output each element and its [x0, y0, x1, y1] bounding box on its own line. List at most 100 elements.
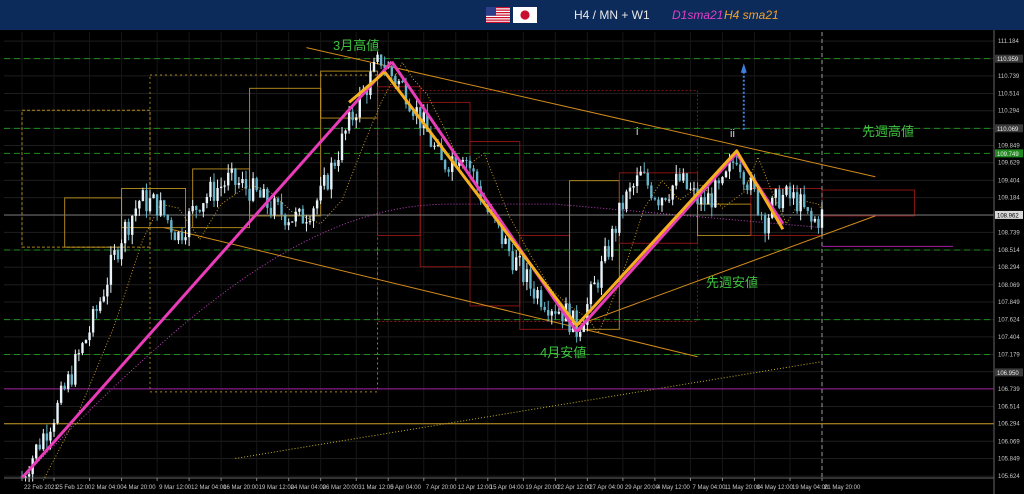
candle-body: [657, 199, 660, 206]
x-tick-label: 19 Apr 20:00: [525, 485, 560, 491]
candle-body: [795, 192, 799, 212]
candle-body: [255, 178, 258, 191]
candle-body: [614, 228, 617, 233]
candle-body: [166, 214, 169, 221]
x-tick-label: 31 Mar 12:00: [358, 485, 394, 491]
candle-body: [799, 194, 802, 212]
candle-body: [102, 296, 105, 302]
candle-body: [223, 185, 226, 187]
x-tick-label: 9 Mar 12:00: [159, 485, 192, 491]
candle-body: [127, 221, 130, 235]
candle-body: [739, 164, 742, 173]
horizontal-levels: [4, 32, 994, 478]
candle-body: [628, 187, 632, 192]
y-tick-label: 110.739: [998, 74, 1020, 80]
candle-body: [237, 183, 241, 185]
annotation-wave-ii: ii: [730, 128, 735, 140]
candle-body: [52, 422, 56, 432]
candle-body: [660, 198, 664, 206]
candle-body: [177, 232, 180, 241]
candle-body: [447, 169, 450, 172]
candle-body: [522, 255, 525, 282]
candle-body: [763, 214, 767, 234]
candle-body: [138, 201, 141, 209]
y-tick-label: 109.629: [998, 161, 1020, 167]
candle-body: [778, 189, 781, 209]
candle-body: [639, 171, 642, 176]
candle-body: [650, 185, 653, 199]
candle-body: [579, 331, 582, 337]
candle-body: [810, 210, 813, 222]
candle-body: [134, 208, 137, 216]
annotation-wave-i: i: [636, 126, 638, 138]
y-tick-label: 108.514: [998, 248, 1020, 254]
y-tick-label: 107.849: [998, 300, 1020, 306]
candle-body: [227, 172, 230, 186]
candle-body: [251, 178, 255, 201]
y-tick-label: 105.849: [998, 457, 1020, 463]
range-box: [21, 109, 151, 248]
candle-body: [109, 254, 113, 285]
candle-body: [735, 162, 738, 165]
candle-body: [141, 190, 145, 202]
candle-body: [191, 206, 194, 212]
candle-body: [340, 133, 344, 161]
candle-body: [714, 180, 717, 208]
candle-body: [337, 160, 340, 166]
candle-body: [525, 269, 529, 282]
candle-body: [163, 200, 166, 215]
candle-body: [593, 282, 596, 285]
candle-body: [731, 161, 735, 163]
candle-body: [379, 54, 383, 66]
candle-body: [287, 222, 290, 226]
candle-body: [347, 111, 351, 131]
candle-body: [67, 374, 70, 390]
candle-body: [323, 174, 326, 186]
candle-body: [504, 238, 507, 244]
candle-body: [397, 80, 401, 85]
candle-body: [547, 310, 550, 316]
candle-body: [91, 309, 95, 333]
candle-body: [148, 198, 152, 212]
x-tick-label: 7 Apr 20:00: [426, 485, 457, 491]
candle-body: [817, 218, 820, 228]
x-tick-label: 7 May 04:00: [692, 485, 726, 491]
candle-body: [621, 202, 625, 210]
price-tag-label: 110.069: [997, 127, 1019, 133]
x-tick-label: 4 Mar 20:00: [124, 485, 157, 491]
candle-body: [635, 175, 639, 187]
y-tick-label: 107.179: [998, 352, 1020, 358]
candle-body: [113, 250, 116, 255]
candle-body: [710, 193, 713, 208]
candle-body: [248, 188, 251, 201]
candle-body: [173, 232, 177, 241]
candle-body: [262, 188, 265, 198]
y-tick-label: 111.184: [998, 39, 1019, 45]
x-tick-label: 21 May 20:00: [824, 485, 861, 491]
annotation-last-week-low: 先週安値: [706, 275, 758, 290]
downtrend-channel-lower: [164, 227, 698, 358]
range-box: [821, 189, 915, 217]
x-tick-label: 4 May 12:00: [657, 485, 691, 491]
candle-body: [390, 66, 393, 77]
candle-body: [792, 192, 795, 199]
y-tick-label: 107.404: [998, 335, 1020, 341]
candle-body: [767, 217, 770, 234]
candle-body: [707, 193, 710, 205]
candle-body: [38, 444, 41, 450]
h4-sma-line: [42, 61, 823, 481]
candle-body: [746, 184, 749, 191]
y-tick-label: 106.294: [998, 422, 1020, 428]
candle-body: [756, 189, 760, 215]
candle-body: [273, 198, 276, 216]
candle-body: [813, 218, 817, 222]
candle-body: [216, 188, 219, 201]
candle-body: [667, 199, 671, 201]
candle-body: [305, 222, 308, 224]
candle-body: [219, 186, 223, 189]
legend-h4-sma: H4 sma21: [724, 8, 779, 22]
candle-body: [625, 191, 628, 210]
candle-body: [212, 181, 216, 201]
candle-body: [291, 221, 294, 223]
candle-body: [643, 171, 646, 173]
